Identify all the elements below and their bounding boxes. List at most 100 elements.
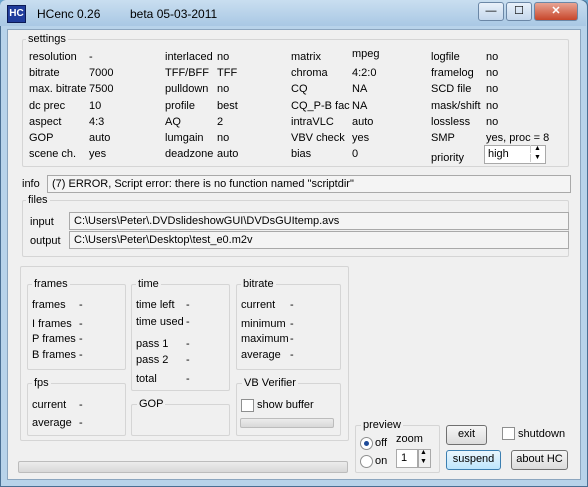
time-stat-value: - [186, 299, 190, 311]
preview-on-label: on [375, 455, 388, 467]
setting-label: SMP [431, 132, 455, 144]
setting-value: no [486, 116, 499, 128]
setting-value: no [486, 67, 499, 79]
frames-stat-label: P frames [32, 333, 76, 345]
setting-label: mask/shift [431, 100, 481, 112]
fps-title: fps [32, 377, 51, 389]
vb-verifier-title: VB Verifier [242, 377, 298, 389]
buffer-bar [240, 418, 334, 428]
bitrate-stat-label: average [241, 349, 281, 361]
setting-label: framelog [431, 67, 474, 79]
setting-label: interlaced [165, 51, 213, 63]
setting-value: TFF [217, 67, 238, 79]
setting-value: auto [217, 148, 239, 160]
setting-label: max. bitrate [29, 83, 87, 95]
setting-value: no [486, 83, 499, 95]
zoom-up-icon[interactable]: ▲ [420, 449, 427, 457]
app-logo-icon: HC [7, 5, 26, 23]
zoom-spin-buttons[interactable]: ▲ ▼ [418, 449, 431, 468]
setting-label: bitrate [29, 67, 60, 79]
app-version: beta 05-03-2011 [130, 7, 218, 21]
setting-value: best [217, 100, 238, 112]
zoom-spinner[interactable]: 1 [396, 449, 418, 468]
setting-label: lumgain [165, 132, 204, 144]
setting-label: intraVLC [291, 116, 334, 128]
frames-stat-label: frames [32, 299, 66, 311]
setting-value: no [486, 51, 499, 63]
bitrate-stat-label: current [241, 299, 276, 311]
fps-stat-label: average [32, 417, 72, 429]
time-stat-value: - [186, 373, 190, 385]
setting-value: 4:2:0 [352, 67, 377, 79]
zoom-value: 1 [401, 452, 408, 464]
setting-label: CQ [291, 83, 308, 95]
time-stat-label: total [136, 373, 157, 385]
priority-spinner[interactable]: high ▲ ▼ [484, 145, 546, 164]
bitrate-stat-value: - [290, 349, 294, 361]
setting-label: logfile [431, 51, 460, 63]
shutdown-checkbox[interactable] [502, 427, 515, 440]
input-path-field[interactable]: C:\Users\Peter\.DVDslideshowGUI\DVDsGUIt… [69, 212, 569, 230]
input-label: input [30, 216, 54, 228]
close-button[interactable]: ✕ [534, 2, 578, 21]
time-stat-label: pass 2 [136, 354, 169, 366]
preview-off-radio[interactable] [360, 437, 373, 450]
time-stat-label: time used [136, 316, 184, 328]
preview-on-radio[interactable] [360, 455, 373, 468]
setting-label: pulldown [165, 83, 209, 95]
setting-label: resolution [29, 51, 77, 63]
setting-value: no [217, 83, 230, 95]
bitrate-stat-value: - [290, 333, 294, 345]
fps-stat-label: current [32, 399, 67, 411]
setting-label: matrix [291, 51, 321, 63]
title-bar[interactable]: HC HCenc 0.26 beta 05-03-2011 — ☐ ✕ [0, 0, 586, 26]
maximize-button[interactable]: ☐ [506, 2, 532, 21]
show-buffer-label: show buffer [257, 399, 314, 411]
info-message: (7) ERROR, Script error: there is no fun… [47, 175, 571, 193]
output-label: output [30, 235, 61, 247]
suspend-button[interactable]: suspend [446, 450, 501, 470]
zoom-down-icon[interactable]: ▼ [420, 458, 427, 466]
setting-label: profile [165, 100, 195, 112]
setting-value: 2 [217, 116, 224, 128]
info-label: info [22, 178, 40, 190]
setting-value: auto [89, 132, 111, 144]
setting-label: CQ_P-B fac [291, 100, 350, 112]
time-stat-label: time left [136, 299, 175, 311]
about-button[interactable]: about HC [511, 450, 568, 470]
bitrate-stat-label: maximum [241, 333, 289, 345]
time-title: time [136, 278, 161, 290]
setting-value: no [217, 51, 230, 63]
files-title: files [26, 194, 50, 206]
setting-label: aspect [29, 116, 62, 128]
encode-progress-bar [18, 461, 348, 473]
preview-title: preview [361, 419, 403, 431]
bitrate-stat-value: - [290, 299, 294, 311]
bitrate-stat-label: minimum [241, 318, 286, 330]
show-buffer-checkbox[interactable] [241, 399, 254, 412]
setting-label: chroma [291, 67, 328, 79]
exit-button[interactable]: exit [446, 425, 487, 445]
setting-label: TFF/BFF [165, 67, 209, 79]
frames-stat-value: - [79, 318, 83, 330]
frames-title: frames [32, 278, 70, 290]
frames-stat-value: - [79, 333, 83, 345]
settings-title: settings [26, 33, 68, 45]
spin-up-icon[interactable]: ▲ [530, 145, 544, 153]
shutdown-label: shutdown [518, 428, 566, 440]
setting-value: no [217, 132, 230, 144]
spin-down-icon[interactable]: ▼ [530, 154, 544, 162]
priority-label: priority [431, 152, 465, 164]
setting-label: GOP [29, 132, 54, 144]
setting-value: 0 [352, 148, 359, 160]
setting-label: scene ch. [29, 148, 77, 160]
setting-label: lossless [431, 116, 471, 128]
setting-label: SCD file [431, 83, 472, 95]
setting-value: NA [352, 83, 368, 95]
minimize-button[interactable]: — [478, 2, 504, 21]
output-path-field[interactable]: C:\Users\Peter\Desktop\test_e0.m2v [69, 231, 569, 249]
setting-value: yes [89, 148, 107, 160]
fps-stat-value: - [79, 417, 83, 429]
app-title: HCenc 0.26 [37, 7, 101, 21]
setting-value: auto [352, 116, 374, 128]
